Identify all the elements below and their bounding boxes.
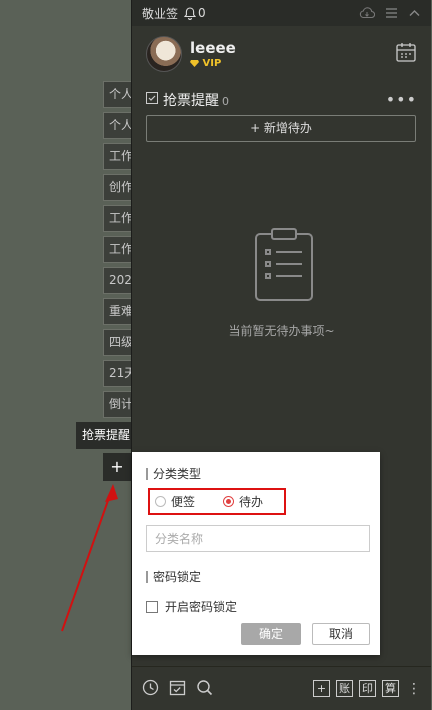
- side-tab-6[interactable]: 工作: [103, 236, 131, 263]
- titlebar: 敬业签 0: [132, 0, 431, 26]
- side-tab-10[interactable]: 21天: [103, 360, 131, 387]
- checkbox-icon: [146, 92, 158, 108]
- category-count: 0: [222, 94, 229, 108]
- bottom-toolbar: + 账 印 算 ⋮: [132, 666, 431, 710]
- user-profile[interactable]: leeee VIP: [146, 36, 236, 72]
- annotation-arrow-icon: [61, 484, 118, 632]
- vip-badge: VIP: [190, 58, 236, 69]
- add-category-button[interactable]: +: [103, 453, 131, 481]
- bell-count: 0: [198, 6, 206, 20]
- empty-state-text: 当前暂无待办事项~: [228, 324, 335, 338]
- cloud-sync-icon[interactable]: [359, 7, 375, 19]
- add-note-button[interactable]: +: [313, 680, 330, 697]
- password-lock-checkbox-label[interactable]: 开启密码锁定: [165, 598, 237, 615]
- confirm-button[interactable]: 确定: [241, 623, 301, 645]
- add-category-popup: 分类类型 便签 待办 密码锁定 开启密码锁定 确定 取消: [132, 452, 380, 655]
- diamond-icon: [190, 58, 202, 69]
- bell-icon[interactable]: [184, 6, 197, 20]
- side-tab-1[interactable]: 个人: [103, 81, 131, 108]
- collapse-icon[interactable]: [408, 7, 421, 19]
- side-tab-3[interactable]: 工作: [103, 143, 131, 170]
- category-header: 抢票提醒 0: [146, 90, 229, 110]
- new-todo-button[interactable]: + 新增待办: [146, 115, 416, 142]
- side-tab-4[interactable]: 创作: [103, 174, 131, 201]
- search-icon[interactable]: [196, 679, 213, 699]
- radio-todo[interactable]: [223, 496, 235, 507]
- side-tab-2[interactable]: 个人: [103, 112, 131, 139]
- account-button[interactable]: 账: [336, 680, 353, 697]
- more-options-icon[interactable]: •••: [386, 90, 417, 109]
- side-tab-8[interactable]: 重难: [103, 298, 131, 325]
- category-type-radio-group: 便签 待办: [148, 488, 286, 515]
- calculate-button[interactable]: 算: [382, 680, 399, 697]
- side-tab-active[interactable]: 抢票提醒: [76, 422, 132, 449]
- category-type-label: 分类类型: [146, 468, 201, 480]
- radio-todo-label[interactable]: 待办: [239, 493, 263, 510]
- cancel-button[interactable]: 取消: [312, 623, 370, 645]
- app-name: 敬业签: [142, 6, 179, 21]
- category-title: 抢票提醒: [163, 93, 219, 109]
- password-lock-label: 密码锁定: [146, 571, 201, 583]
- side-tab-9[interactable]: 四级: [103, 329, 131, 356]
- clock-icon[interactable]: [142, 679, 159, 699]
- password-lock-checkbox[interactable]: [146, 600, 158, 613]
- clipboard-icon: [252, 226, 316, 307]
- side-tab-11[interactable]: 倒计: [103, 391, 131, 418]
- username: leeee: [190, 39, 236, 57]
- task-check-icon[interactable]: [169, 679, 186, 699]
- radio-note-label[interactable]: 便签: [171, 493, 195, 510]
- category-name-input[interactable]: [146, 525, 370, 552]
- side-tab-5[interactable]: 工作: [103, 205, 131, 232]
- radio-note[interactable]: [155, 496, 166, 507]
- print-button[interactable]: 印: [359, 680, 376, 697]
- more-vertical-icon[interactable]: ⋮: [407, 681, 421, 697]
- side-tab-7[interactable]: 202: [103, 267, 131, 294]
- calendar-icon[interactable]: [395, 41, 417, 66]
- menu-icon[interactable]: [385, 7, 398, 19]
- avatar[interactable]: [146, 36, 182, 72]
- password-lock-row[interactable]: 开启密码锁定: [146, 598, 237, 615]
